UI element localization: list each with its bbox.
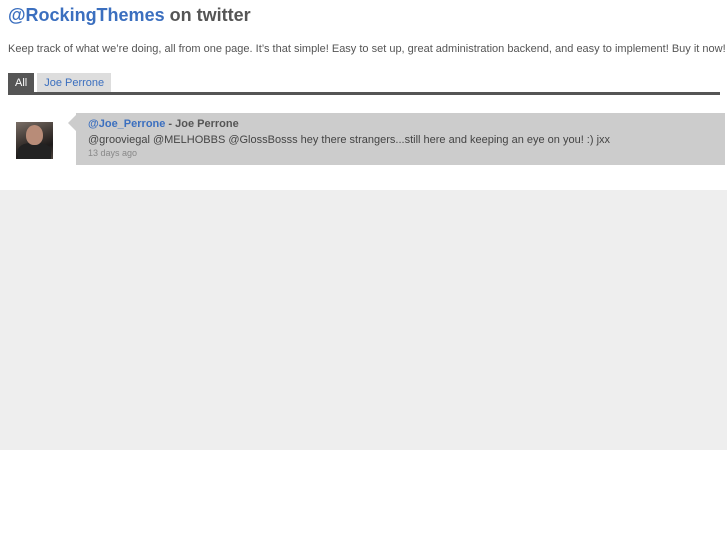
page-title-suffix: on twitter bbox=[164, 5, 251, 25]
page-title: @RockingThemes on twitter bbox=[8, 5, 251, 26]
twitter-handle-link[interactable]: @RockingThemes bbox=[8, 5, 165, 25]
tweet-text: @grooviegal @MELHOBBS @GlossBosss hey th… bbox=[88, 134, 611, 146]
footer-band bbox=[0, 190, 727, 450]
tweet-user-name: Joe Perrone bbox=[175, 118, 239, 130]
avatar[interactable] bbox=[16, 122, 53, 159]
avatar-face-shape bbox=[26, 125, 43, 145]
tweet-item: @Joe_Perrone - Joe Perrone @grooviegal @… bbox=[0, 113, 727, 165]
avatar-shirt-shape bbox=[18, 143, 51, 159]
tweet-header: @Joe_Perrone - Joe Perrone bbox=[88, 118, 239, 130]
tweet-user-link[interactable]: @Joe_Perrone bbox=[88, 118, 165, 130]
intro-text: Keep track of what we’re doing, all from… bbox=[8, 43, 726, 55]
tweet-separator: - bbox=[165, 118, 176, 130]
tab-joe-perrone[interactable]: Joe Perrone bbox=[37, 73, 112, 93]
tab-divider bbox=[8, 92, 720, 95]
tweet-timestamp[interactable]: 13 days ago bbox=[88, 148, 137, 158]
tab-bar: All Joe Perrone bbox=[8, 73, 112, 93]
tweet-bubble: @Joe_Perrone - Joe Perrone @grooviegal @… bbox=[68, 113, 725, 165]
tab-all[interactable]: All bbox=[8, 73, 35, 93]
